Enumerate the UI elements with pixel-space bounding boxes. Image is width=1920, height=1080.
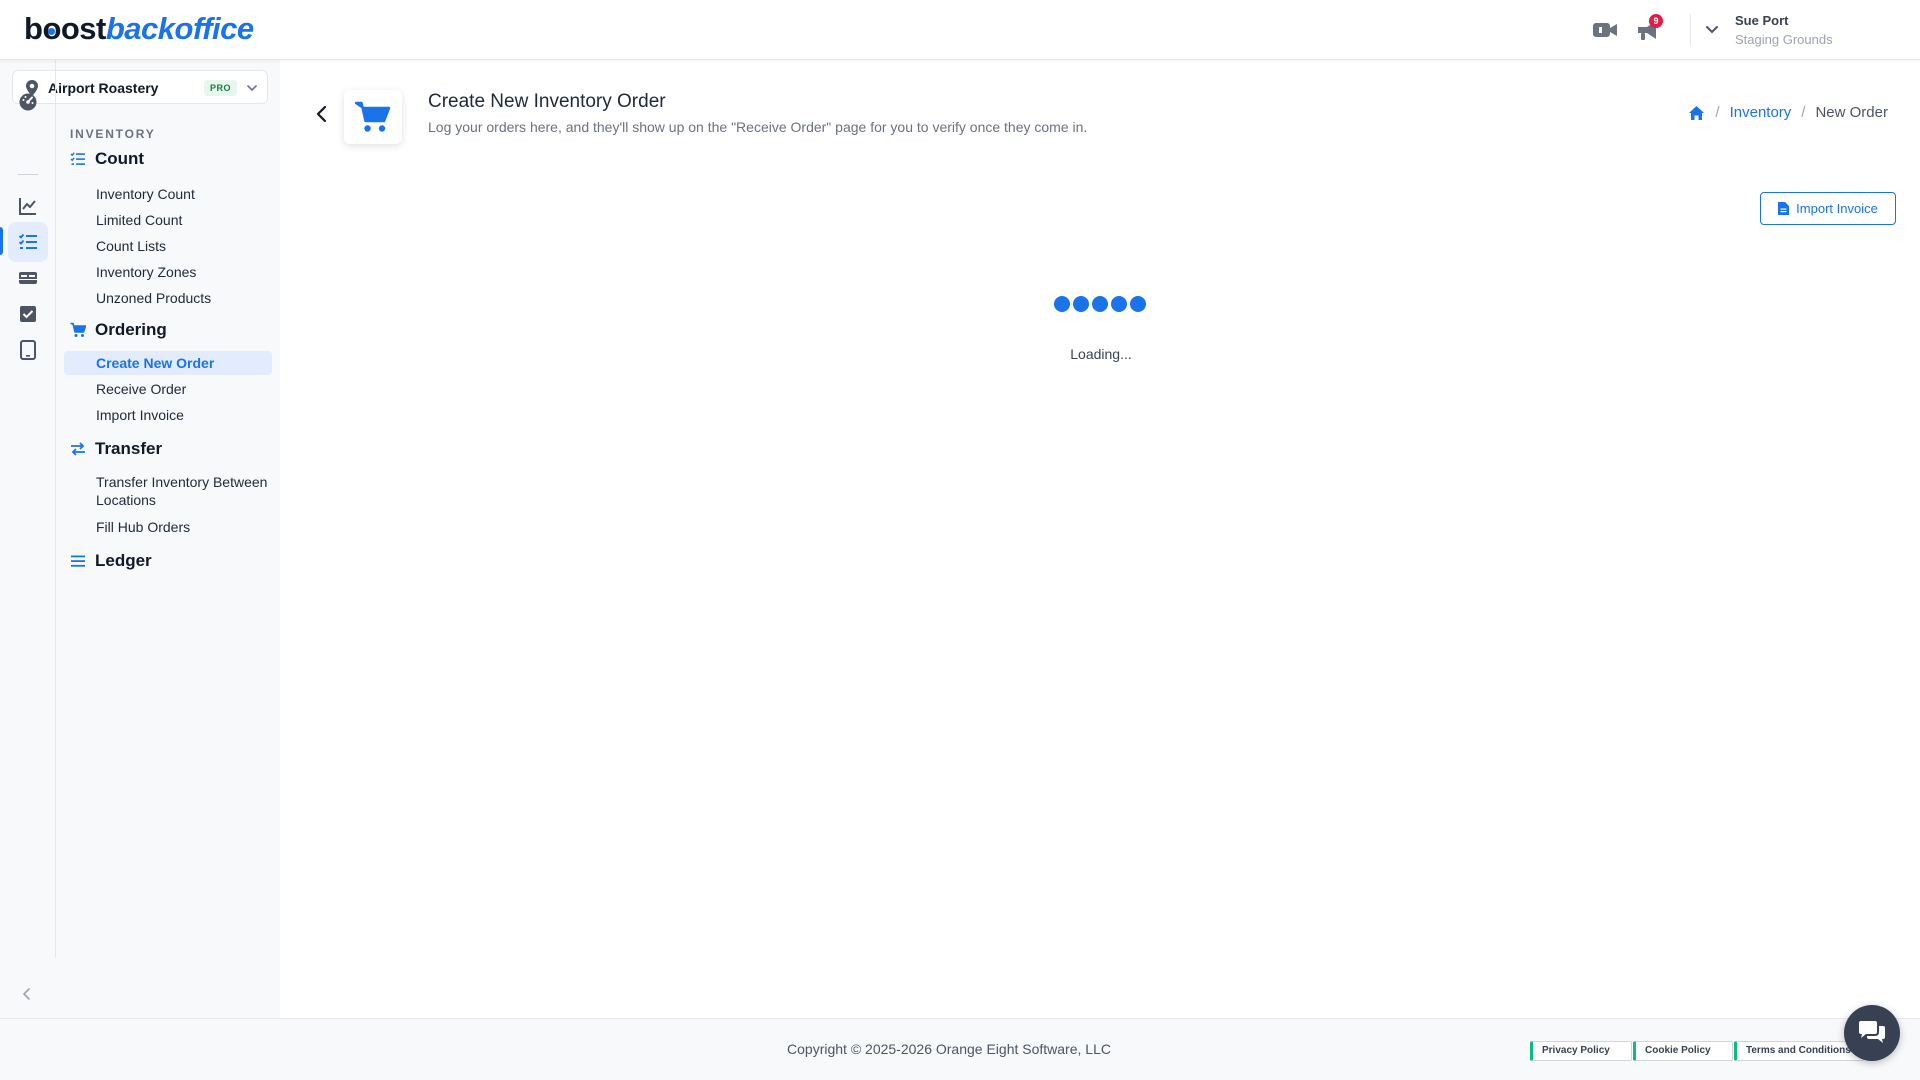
dashboard-icon: [19, 93, 37, 111]
breadcrumb-current: New Order: [1815, 104, 1888, 121]
group-ordering[interactable]: Ordering: [70, 319, 167, 341]
group-transfer[interactable]: Transfer: [70, 438, 162, 460]
loading-spinner: [1054, 296, 1148, 314]
top-bar: boostbackoffice 9 Sue Port Staging Groun…: [0, 0, 1920, 60]
rail-analytics[interactable]: [8, 186, 48, 226]
footer: Copyright © 2025-2026 Orange Eight Softw…: [0, 1018, 1920, 1080]
group-title: Transfer: [95, 439, 163, 458]
loading-text: Loading...: [1070, 346, 1132, 362]
checklist-icon: [70, 152, 85, 165]
chevron-down-icon[interactable]: [1703, 20, 1721, 38]
home-icon[interactable]: [1688, 105, 1705, 121]
breadcrumb-separator: /: [1715, 104, 1720, 121]
rail-separator: [18, 174, 38, 175]
boost-backoffice-logo[interactable]: boostbackoffice: [24, 12, 254, 46]
sidebar-item-limited-count[interactable]: Limited Count: [64, 208, 272, 232]
group-ledger[interactable]: Ledger: [70, 550, 152, 572]
sidebar-item-inventory-zones[interactable]: Inventory Zones: [64, 260, 272, 284]
pro-badge: PRO: [204, 80, 238, 96]
cart-icon: [355, 101, 391, 132]
group-title: Ledger: [95, 551, 152, 570]
breadcrumb-inventory[interactable]: Inventory: [1730, 104, 1792, 121]
tablet-icon: [20, 340, 36, 360]
analytics-icon: [19, 198, 36, 215]
loading-dot: [1092, 296, 1108, 312]
chat-icon: [1859, 1021, 1885, 1043]
main-content: Create New Inventory Order Log your orde…: [280, 60, 1920, 1018]
user-organization: Staging Grounds: [1735, 32, 1833, 47]
page-subtitle: Log your orders here, and they'll show u…: [428, 119, 1088, 135]
group-title: Ordering: [95, 320, 167, 339]
sidebar-item-fill-hub-orders[interactable]: Fill Hub Orders: [64, 515, 272, 539]
rail-tasks[interactable]: [8, 294, 48, 334]
transfer-arrows-icon: [71, 442, 85, 456]
back-arrow-icon[interactable]: [312, 104, 332, 124]
cookie-policy-link[interactable]: Cookie Policy: [1633, 1041, 1733, 1061]
notification-badge: 9: [1649, 14, 1663, 28]
location-name: Airport Roastery: [48, 80, 159, 96]
document-icon: [1778, 202, 1790, 215]
sidebar-item-receive-order[interactable]: Receive Order: [64, 377, 272, 401]
privacy-policy-link[interactable]: Privacy Policy: [1530, 1041, 1632, 1061]
sidebar-item-count-lists[interactable]: Count Lists: [64, 234, 272, 258]
header-divider: [1690, 14, 1691, 46]
rail-devices[interactable]: [8, 330, 48, 370]
breadcrumb: / Inventory / New Order: [1688, 104, 1888, 121]
chat-button[interactable]: [1844, 1005, 1900, 1061]
rail-active-indicator: [0, 227, 3, 255]
inventory-checklist-icon: [18, 233, 37, 249]
loading-dot: [1130, 296, 1146, 312]
list-icon: [71, 555, 85, 567]
sidebar-section-label: INVENTORY: [70, 127, 156, 141]
rail-cards[interactable]: [8, 258, 48, 298]
page-icon: [344, 90, 402, 144]
collapse-sidebar-icon[interactable]: [18, 985, 36, 1003]
terms-link[interactable]: Terms and Conditions: [1734, 1041, 1864, 1061]
rail-inventory[interactable]: [8, 222, 48, 262]
loading-dot: [1073, 296, 1089, 312]
group-title: Count: [95, 149, 145, 168]
loading-dot: [1111, 296, 1127, 312]
video-camera-icon[interactable]: [1592, 18, 1618, 42]
sidebar-item-import-invoice[interactable]: Import Invoice: [64, 403, 272, 427]
loading-dot: [1054, 296, 1070, 312]
icon-rail: [0, 60, 56, 1000]
breadcrumb-separator: /: [1801, 104, 1806, 121]
cart-icon: [70, 322, 86, 337]
import-invoice-label: Import Invoice: [1796, 201, 1878, 216]
chevron-down-icon: [247, 85, 257, 92]
cards-icon: [19, 272, 37, 284]
group-count[interactable]: Count: [70, 148, 144, 170]
sidebar-item-transfer-inventory[interactable]: Transfer Inventory Between Locations: [64, 472, 272, 510]
sidebar-item-inventory-count[interactable]: Inventory Count: [64, 182, 272, 206]
checkbox-icon: [20, 306, 36, 322]
page-title: Create New Inventory Order: [428, 91, 666, 112]
sidebar-item-create-new-order[interactable]: Create New Order: [64, 351, 272, 375]
sidebar-item-unzoned-products[interactable]: Unzoned Products: [64, 286, 272, 310]
rail-dashboard[interactable]: [8, 82, 48, 122]
import-invoice-button[interactable]: Import Invoice: [1760, 192, 1896, 225]
user-name[interactable]: Sue Port: [1735, 13, 1788, 28]
